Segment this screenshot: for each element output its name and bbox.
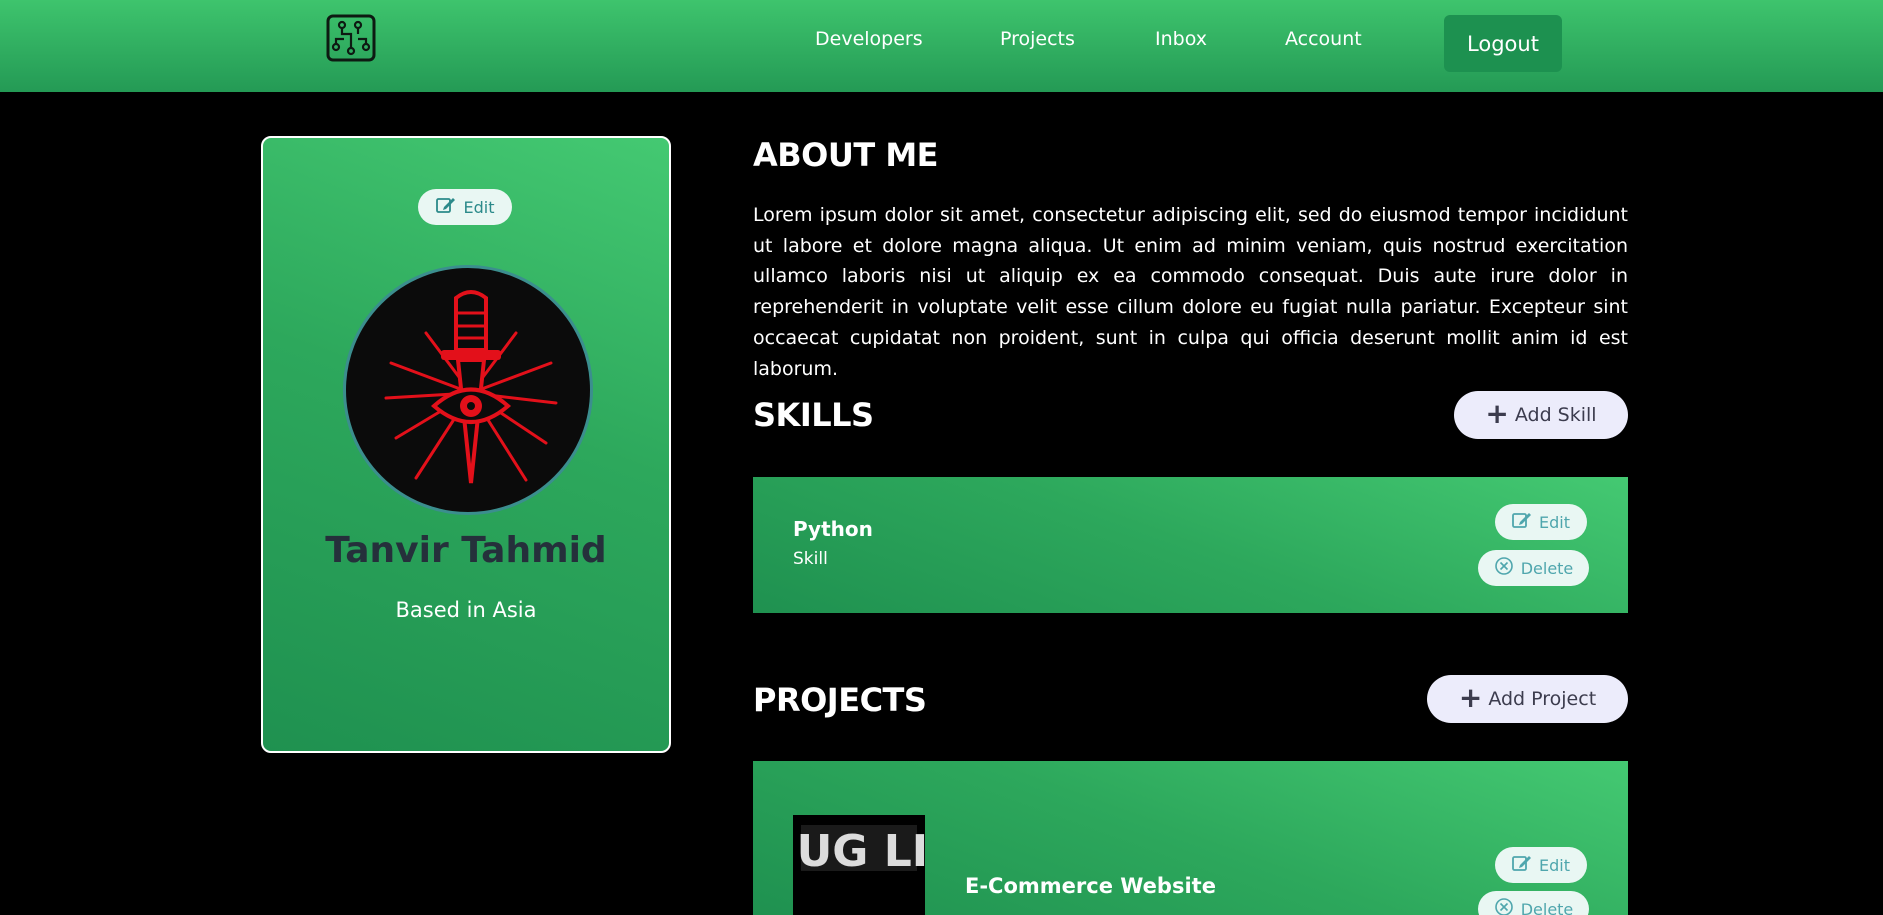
project-title: E-Commerce Website [965,874,1216,898]
nav-link-projects[interactable]: Projects [1000,28,1075,50]
project-card: THUG LIFE E-Commerce Website Edit Delete [753,761,1628,915]
add-skill-button[interactable]: + Add Skill [1454,391,1628,439]
add-project-button[interactable]: + Add Project [1427,675,1628,723]
circuit-logo-icon[interactable] [326,14,376,62]
plus-icon: + [1485,396,1509,430]
profile-card: Edit Tanvir Tahmid Based in Asia [261,136,671,753]
logout-button[interactable]: Logout [1444,15,1562,72]
profile-name: Tanvir Tahmid [325,530,607,571]
about-title: ABOUT ME [753,136,939,174]
skill-delete-label: Delete [1520,558,1574,578]
project-edit-button[interactable]: Edit [1495,847,1587,883]
edit-icon [1512,511,1532,533]
plus-icon: + [1458,680,1483,714]
nav-link-account[interactable]: Account [1285,28,1362,50]
projects-title: PROJECTS [753,681,927,719]
nav-link-developers[interactable]: Developers [815,28,923,50]
skill-edit-button[interactable]: Edit [1495,504,1587,540]
skill-subtitle: Skill [793,549,828,569]
top-navbar: Developers Projects Inbox Account Logout [0,0,1883,92]
avatar [343,265,593,515]
profile-edit-button[interactable]: Edit [418,189,512,225]
project-thumbnail[interactable]: THUG LIFE [793,815,925,915]
delete-circle-x-icon [1494,556,1514,580]
project-thumbnail-text: THUG LIFE [793,826,925,877]
project-delete-label: Delete [1520,899,1574,915]
skill-delete-button[interactable]: Delete [1478,550,1589,586]
skill-edit-label: Edit [1539,512,1570,532]
skills-title: SKILLS [753,396,874,434]
add-project-label: Add Project [1488,688,1597,710]
delete-circle-x-icon [1494,897,1514,915]
skill-card: Python Skill Edit Delete [753,477,1628,613]
dagger-eye-avatar-icon [384,290,558,484]
nav-link-inbox[interactable]: Inbox [1155,28,1207,50]
project-edit-label: Edit [1539,855,1570,875]
profile-location: Based in Asia [395,598,537,622]
skill-name: Python [793,517,873,541]
project-delete-button[interactable]: Delete [1478,891,1589,915]
about-text: Lorem ipsum dolor sit amet, consectetur … [753,204,1628,380]
edit-icon [435,196,456,218]
edit-icon [1512,854,1532,876]
profile-edit-label: Edit [463,197,495,217]
add-skill-label: Add Skill [1514,404,1597,426]
